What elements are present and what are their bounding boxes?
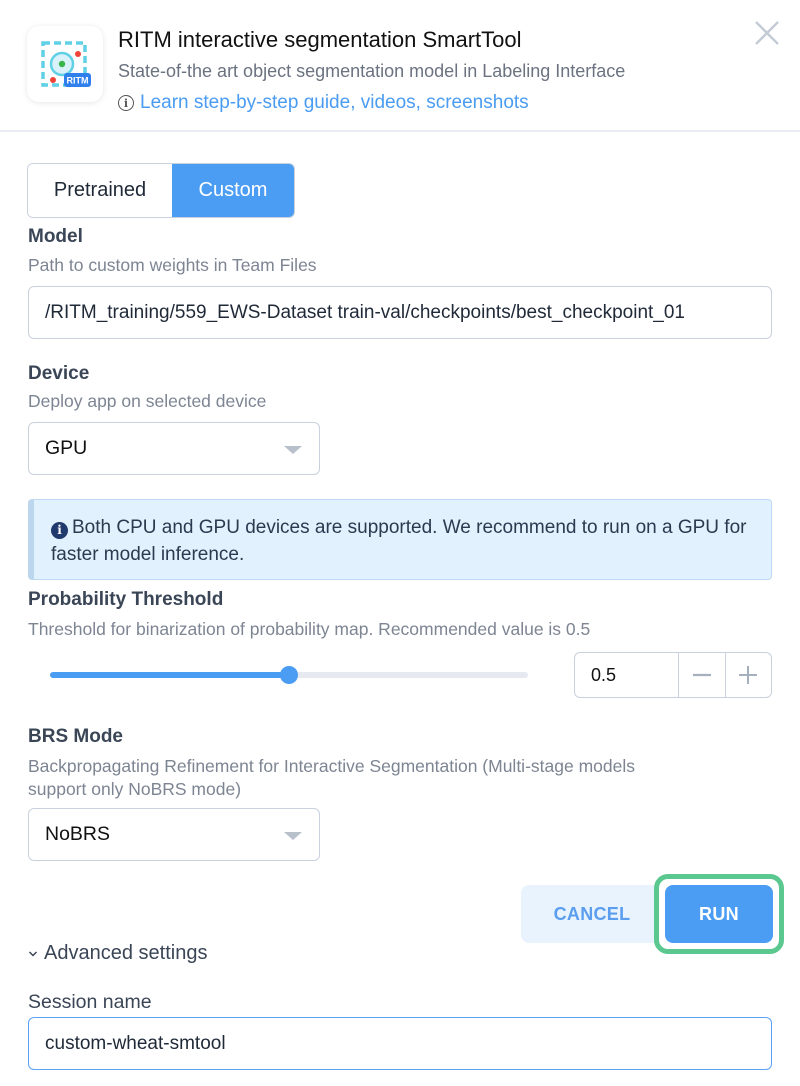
info-icon: i — [51, 522, 68, 539]
caret-down-icon — [284, 446, 302, 454]
device-description: Deploy app on selected device — [28, 391, 267, 411]
brs-description-line2: support only NoBRS mode) — [28, 779, 242, 799]
app-header: RITM RITM interactive segmentation Smart… — [0, 0, 800, 132]
caret-down-icon — [284, 832, 302, 840]
device-select[interactable]: GPU — [28, 422, 320, 475]
app-subtitle: State-of-the art object segmentation mod… — [118, 61, 626, 81]
device-select-value: GPU — [45, 437, 88, 459]
model-label: Model — [28, 226, 83, 247]
minus-icon — [692, 673, 711, 677]
close-button[interactable] — [752, 18, 782, 48]
brs-mode-label: BRS Mode — [28, 726, 123, 747]
app-icon-badge: RITM — [67, 76, 89, 86]
model-description: Path to custom weights in Team Files — [28, 255, 317, 275]
session-name-label: Session name — [28, 991, 152, 1013]
learn-guide-link[interactable]: i Learn step-by-step guide, videos, scre… — [118, 92, 529, 114]
brs-mode-select-value: NoBRS — [45, 823, 111, 845]
close-icon — [755, 21, 779, 45]
increment-button[interactable] — [724, 653, 771, 697]
advanced-settings-toggle[interactable]: Advanced settings — [28, 942, 207, 965]
threshold-slider[interactable] — [50, 666, 528, 684]
session-name-input[interactable]: custom-wheat-smtool — [28, 1017, 772, 1070]
plus-icon — [739, 666, 758, 684]
brs-mode-select[interactable]: NoBRS — [28, 808, 320, 861]
model-path-input[interactable]: /RITM_training/559_EWS-Dataset train-val… — [28, 286, 772, 339]
device-label: Device — [28, 363, 90, 384]
slider-fill — [50, 672, 289, 678]
threshold-number-input: 0.5 — [574, 652, 772, 698]
run-button[interactable]: RUN — [665, 885, 773, 943]
device-info-alert: i Both CPU and GPU devices are supported.… — [28, 499, 772, 580]
model-source-toggle: Pretrained Custom — [27, 163, 295, 218]
threshold-description: Threshold for binarization of probabilit… — [28, 619, 591, 639]
app-title: RITM interactive segmentation SmartTool — [118, 27, 522, 52]
learn-guide-link-text: Learn step-by-step guide, videos, screen… — [140, 92, 529, 113]
info-circle-icon: i — [118, 95, 134, 111]
alert-text: Both CPU and GPU devices are supported. … — [51, 517, 747, 565]
chevron-down-icon — [28, 942, 38, 965]
threshold-value-field[interactable]: 0.5 — [575, 653, 678, 697]
decrement-button[interactable] — [678, 653, 724, 697]
brs-description-line1: Backpropagating Refinement for Interacti… — [28, 756, 635, 776]
cancel-button[interactable]: CANCEL — [521, 885, 663, 943]
tab-custom[interactable]: Custom — [172, 164, 294, 217]
advanced-settings-label: Advanced settings — [44, 942, 208, 964]
threshold-label: Probability Threshold — [28, 589, 224, 610]
ritm-app-logo-icon: RITM — [27, 26, 103, 102]
tab-pretrained[interactable]: Pretrained — [28, 164, 172, 217]
slider-thumb[interactable] — [280, 666, 298, 684]
